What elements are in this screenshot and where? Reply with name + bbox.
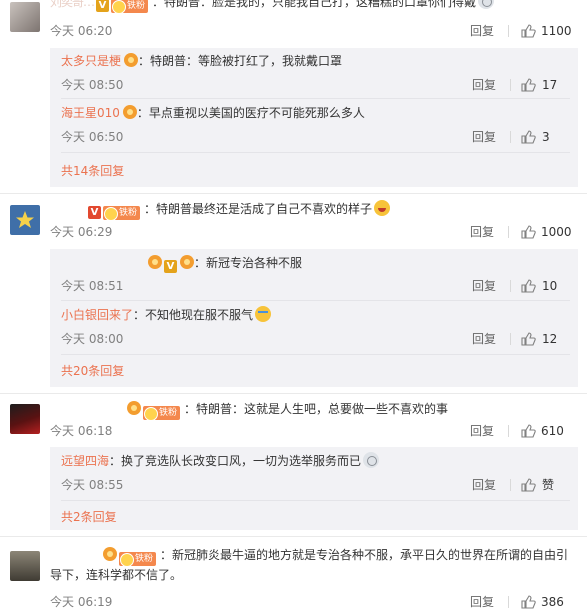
- cry-laugh-emoji-icon: [255, 306, 272, 322]
- divider: [61, 300, 570, 301]
- fan-badge-icon: 铁粉: [103, 206, 141, 221]
- comment-meta: 今天 06:18 回复 610: [50, 422, 579, 440]
- divider: [0, 193, 587, 194]
- divider: [61, 354, 570, 355]
- divider: [61, 500, 570, 501]
- emoji-icon: [478, 0, 495, 9]
- divider: [508, 25, 509, 37]
- divider: [510, 333, 511, 345]
- fan-badge-icon: 铁粉: [143, 406, 181, 421]
- reply-button[interactable]: 回复: [472, 330, 496, 348]
- reply-button[interactable]: 回复: [470, 22, 494, 40]
- divider: [508, 425, 509, 437]
- reply-list: V ：新冠专治各种不服 今天 08:51 回复 10 小白银回来了：不知他现在服不…: [50, 249, 578, 387]
- reply-text: ：早点重视以美国的医疗不可能死那么多人: [136, 106, 365, 120]
- like-count: 3: [542, 130, 550, 144]
- like-count: 10: [542, 279, 558, 293]
- divider: [510, 131, 511, 143]
- divider: [508, 596, 509, 608]
- medal-icon: [148, 255, 162, 269]
- divider: [510, 280, 511, 292]
- divider: [0, 393, 587, 394]
- comment-text: ：特朗普最终还是活成了自己不喜欢的样子: [144, 202, 373, 216]
- more-replies-link[interactable]: 共20条回复: [61, 362, 124, 380]
- like-count: 赞: [542, 478, 555, 492]
- reply-time: 今天 08:50: [61, 78, 124, 92]
- avatar[interactable]: [10, 404, 40, 434]
- fan-badge-icon: 铁粉: [111, 0, 149, 14]
- reply-text: ：换了竞选队长改变口风，一切为选举服务而已: [109, 454, 362, 468]
- comment-meta: 今天 06:29 回复 1000: [50, 223, 579, 241]
- medal-icon: [180, 255, 194, 269]
- comment-time: 今天 06:29: [50, 225, 113, 239]
- thumbs-up-icon[interactable]: [521, 24, 536, 38]
- reply-list: 远望四海：换了竞选队长改变口风，一切为选举服务而已 今天 08:55 回复 赞 …: [50, 447, 578, 530]
- comment-time: 今天 06:19: [50, 595, 113, 609]
- reply-button[interactable]: 回复: [470, 223, 494, 241]
- more-replies-link[interactable]: 共14条回复: [61, 162, 124, 180]
- reply-button[interactable]: 回复: [472, 76, 496, 94]
- medal-icon: [103, 547, 117, 561]
- comment-text: ：特朗普：这就是人生吧，总要做一些不喜欢的事: [184, 402, 449, 416]
- divider: [0, 536, 587, 537]
- reply-time: 今天 08:51: [61, 279, 124, 293]
- like-count: 12: [542, 332, 558, 346]
- comment-username[interactable]: 刘奕哥…: [50, 0, 95, 9]
- star-icon: [16, 211, 34, 228]
- like-count: 1100: [541, 24, 572, 38]
- reply-list: 太多只是梗 ：特朗普：等脸被打红了，我就戴口罩 今天 08:50 回复 17 海王…: [50, 48, 578, 187]
- reply-button[interactable]: 回复: [472, 128, 496, 146]
- like-count: 386: [541, 595, 564, 609]
- divider: [508, 226, 509, 238]
- avatar[interactable]: [10, 2, 40, 32]
- thumbs-up-icon[interactable]: [521, 78, 536, 92]
- avatar[interactable]: [10, 551, 40, 581]
- reply-text: ：新冠专治各种不服: [194, 256, 303, 270]
- divider: [510, 79, 511, 91]
- comment-meta: 今天 06:19 回复 386: [50, 593, 579, 611]
- v-badge-icon: V: [88, 206, 101, 219]
- thumbs-up-icon[interactable]: [521, 478, 536, 492]
- thumbs-up-icon[interactable]: [521, 332, 536, 346]
- divider: [61, 152, 570, 153]
- avatar[interactable]: [10, 205, 40, 235]
- thumbs-up-icon[interactable]: [521, 424, 536, 438]
- reply-username[interactable]: 小白银回来了: [61, 308, 133, 322]
- like-count: 1000: [541, 225, 572, 239]
- thumbs-up-icon[interactable]: [521, 595, 536, 609]
- reply-username[interactable]: 海王星010: [61, 106, 120, 120]
- thumbs-up-icon[interactable]: [521, 225, 536, 239]
- like-count: 610: [541, 424, 564, 438]
- comment-meta: 今天 06:20 回复 1100: [50, 22, 579, 40]
- reply-button[interactable]: 回复: [472, 476, 496, 494]
- thumbs-up-icon[interactable]: [521, 130, 536, 144]
- reply-button[interactable]: 回复: [470, 422, 494, 440]
- reply-time: 今天 08:00: [61, 332, 124, 346]
- emoji-icon: [363, 452, 380, 468]
- laugh-emoji-icon: [374, 200, 391, 216]
- medal-icon: [124, 53, 139, 67]
- medal-icon: [127, 401, 141, 415]
- reply-text: ：特朗普：等脸被打红了，我就戴口罩: [138, 54, 343, 68]
- comment-time: 今天 06:20: [50, 24, 113, 38]
- medal-icon: [122, 105, 137, 119]
- more-replies-link[interactable]: 共2条回复: [61, 508, 117, 526]
- comment-time: 今天 06:18: [50, 424, 113, 438]
- reply-time: 今天 08:55: [61, 478, 124, 492]
- reply-username[interactable]: 太多只是梗: [61, 54, 121, 68]
- v-badge-icon: V: [96, 0, 110, 12]
- divider: [61, 98, 570, 99]
- thumbs-up-icon[interactable]: [521, 279, 536, 293]
- reply-button[interactable]: 回复: [470, 593, 494, 611]
- fan-badge-icon: 铁粉: [119, 552, 157, 567]
- v-badge-icon: V: [164, 260, 177, 273]
- like-count: 17: [542, 78, 558, 92]
- reply-button[interactable]: 回复: [472, 277, 496, 295]
- divider: [510, 479, 511, 491]
- reply-time: 今天 06:50: [61, 130, 124, 144]
- reply-text: ：不知他现在服不服气: [133, 308, 254, 322]
- reply-username[interactable]: 远望四海: [61, 454, 109, 468]
- comment-text: ：特朗普：脸是我的，只能我自己打，这糟糕的口罩你们得戴: [152, 0, 477, 9]
